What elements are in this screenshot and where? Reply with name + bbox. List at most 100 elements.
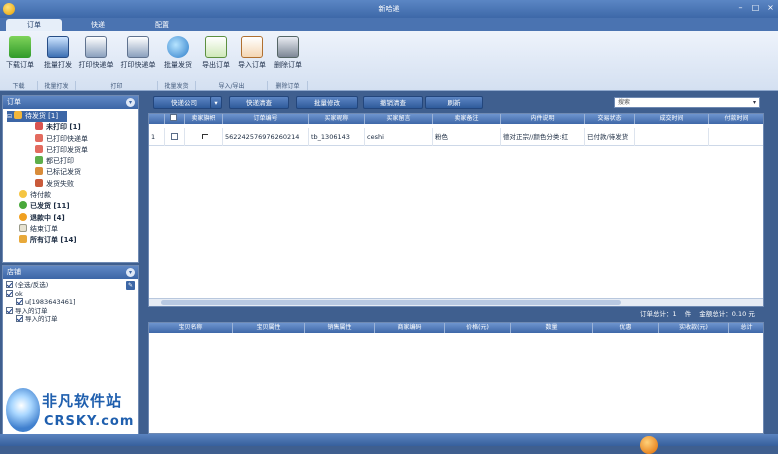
tree-item-unprinted[interactable]: 未打印 [1] xyxy=(7,122,138,133)
tree-item-refunding[interactable]: 退款中 [4] xyxy=(7,212,138,224)
globe-icon xyxy=(167,36,189,58)
printer-icon xyxy=(127,36,149,58)
shop-select-all[interactable]: (全选/反选) xyxy=(6,281,138,290)
column-header[interactable]: 优惠 xyxy=(593,323,659,333)
column-header[interactable] xyxy=(149,114,165,124)
minimize-icon[interactable]: – xyxy=(736,3,745,13)
chevron-down-icon[interactable]: ▾ xyxy=(750,98,759,107)
column-header[interactable]: 卖家备注 xyxy=(433,114,501,124)
window-controls: – □ × xyxy=(736,3,775,13)
tree-item-closed[interactable]: 结束订单 xyxy=(7,223,138,235)
ribbon-group-label: 导入/导出 xyxy=(196,81,268,90)
shop-item[interactable]: 导入的订单 xyxy=(6,306,138,316)
import-icon xyxy=(241,36,263,58)
button-label: 下载订单 xyxy=(6,61,34,69)
shop-item[interactable]: u[1983643461] xyxy=(6,298,138,307)
shop-item[interactable]: ok xyxy=(6,289,138,299)
column-header[interactable]: 订单编号 xyxy=(223,114,309,124)
checkbox[interactable] xyxy=(6,289,13,297)
close-icon[interactable]: × xyxy=(766,3,775,13)
batch-edit-button[interactable]: 批量修改 xyxy=(296,96,358,109)
collapse-icon[interactable]: ▾ xyxy=(126,268,135,277)
column-header[interactable]: 数量 xyxy=(511,323,593,333)
column-header-select[interactable] xyxy=(165,114,185,124)
order-count: 订单总计：1 xyxy=(640,310,677,318)
checkbox[interactable] xyxy=(171,133,178,140)
seller-note: 粉色 xyxy=(433,128,501,146)
import-orders-button[interactable]: 导入订单 xyxy=(234,34,270,78)
watermark-logo-icon xyxy=(6,388,40,432)
print-express-button-2[interactable]: 打印快递单 xyxy=(120,34,156,78)
column-header[interactable]: 商家编码 xyxy=(375,323,445,333)
checkbox[interactable] xyxy=(6,281,13,288)
shop-item[interactable]: 导入的订单 xyxy=(6,315,138,324)
error-icon xyxy=(35,178,43,187)
tree-item-awaiting-payment[interactable]: 待付款 xyxy=(7,190,138,201)
tree-item-pending-ship[interactable]: ⊟ 待发货 [1] xyxy=(7,111,67,123)
flag-icon xyxy=(201,134,208,139)
tree-item-ship-failed[interactable]: 发货失败 xyxy=(7,178,138,190)
column-header[interactable]: 宝贝属性 xyxy=(233,323,305,333)
print-express-button[interactable]: 打印快递单 xyxy=(78,34,114,78)
button-label: 批量打发 xyxy=(44,61,72,69)
button-label: 导入订单 xyxy=(238,61,266,69)
search-input[interactable]: 搜索 ▾ xyxy=(614,97,760,108)
column-header[interactable]: 总计 xyxy=(729,323,763,333)
collapse-icon[interactable]: ▾ xyxy=(126,98,135,107)
table-row[interactable]: 1 562242576976260214 tb_1306143 ceshi 粉色… xyxy=(149,128,763,146)
express-company-button[interactable]: 快递公司 xyxy=(153,96,215,109)
express-check-button[interactable]: 快递清查 xyxy=(229,96,289,109)
watermark-text-en: CRSKY.com xyxy=(44,414,135,429)
download-orders-button[interactable]: 下载订单 xyxy=(2,34,38,78)
column-header[interactable]: 成交时间 xyxy=(635,114,709,124)
seller-flag[interactable] xyxy=(185,128,223,146)
title-bar: 新哈递 – □ × xyxy=(0,0,778,18)
checkbox[interactable] xyxy=(6,306,13,314)
button-label: 导出订单 xyxy=(202,61,230,69)
column-header[interactable]: 卖家旗帜 xyxy=(185,114,223,124)
tree-item-marked-shipped[interactable]: 已标记发货 xyxy=(7,167,138,178)
tab-orders[interactable]: 订单 xyxy=(6,19,62,31)
printer-icon xyxy=(35,133,43,142)
tree-item-all-orders[interactable]: 所有订单 [14] xyxy=(7,235,138,246)
tab-express[interactable]: 快递 xyxy=(70,19,126,31)
tree-item-shipping-printed[interactable]: 已打印发货单 xyxy=(7,144,138,156)
batch-ship-button[interactable]: 批量发货 xyxy=(160,34,196,78)
button-label: 删除订单 xyxy=(274,61,302,69)
column-header[interactable]: 价格(元) xyxy=(445,323,511,333)
column-header[interactable]: 内件说明 xyxy=(501,114,585,124)
undo-check-button[interactable]: 撤销清查 xyxy=(363,96,423,109)
column-header[interactable]: 付款时间 xyxy=(709,114,763,124)
checkbox[interactable] xyxy=(16,298,23,305)
ribbon-tab-bar: 订单 快递 配置 xyxy=(0,18,778,31)
checkbox[interactable] xyxy=(16,315,23,322)
tree-item-express-printed[interactable]: 已打印快递单 xyxy=(7,133,138,145)
deal-time xyxy=(635,128,709,146)
column-header[interactable]: 买家昵称 xyxy=(309,114,365,124)
checkbox[interactable] xyxy=(170,114,177,121)
buyer-nick: tb_1306143 xyxy=(309,128,365,146)
tree-item-all-printed[interactable]: 都已打印 xyxy=(7,156,138,167)
edit-icon[interactable]: ✎ xyxy=(126,281,135,290)
column-header[interactable]: 宝贝名称 xyxy=(149,323,233,333)
refresh-button[interactable]: 刷新 xyxy=(425,96,483,109)
column-header[interactable]: 销售属性 xyxy=(305,323,375,333)
delete-orders-button[interactable]: 删除订单 xyxy=(270,34,306,78)
batch-print-button[interactable]: 批量打发 xyxy=(40,34,76,78)
printer-icon xyxy=(35,156,43,165)
button-label: 打印快递单 xyxy=(120,61,156,69)
order-table-header: 卖家旗帜 订单编号 买家昵称 买家留言 卖家备注 内件说明 交易状态 成交时间 … xyxy=(149,114,763,124)
maximize-icon[interactable]: □ xyxy=(751,3,760,13)
chevron-down-icon[interactable]: ▾ xyxy=(210,96,222,109)
column-header[interactable]: 交易状态 xyxy=(585,114,635,124)
watermark: 非凡软件站 CRSKY.com xyxy=(6,384,134,442)
row-select[interactable] xyxy=(165,128,185,146)
column-header[interactable]: 买家留言 xyxy=(365,114,433,124)
scroll-thumb[interactable] xyxy=(161,300,621,305)
tab-config[interactable]: 配置 xyxy=(134,19,190,31)
export-orders-button[interactable]: 导出订单 xyxy=(198,34,234,78)
tree-item-shipped[interactable]: 已发货 [11] xyxy=(7,201,138,212)
column-header[interactable]: 实收款(元) xyxy=(659,323,729,333)
shop-pane-header: 店铺 ▾ xyxy=(3,266,138,279)
horizontal-scrollbar[interactable] xyxy=(149,298,763,306)
